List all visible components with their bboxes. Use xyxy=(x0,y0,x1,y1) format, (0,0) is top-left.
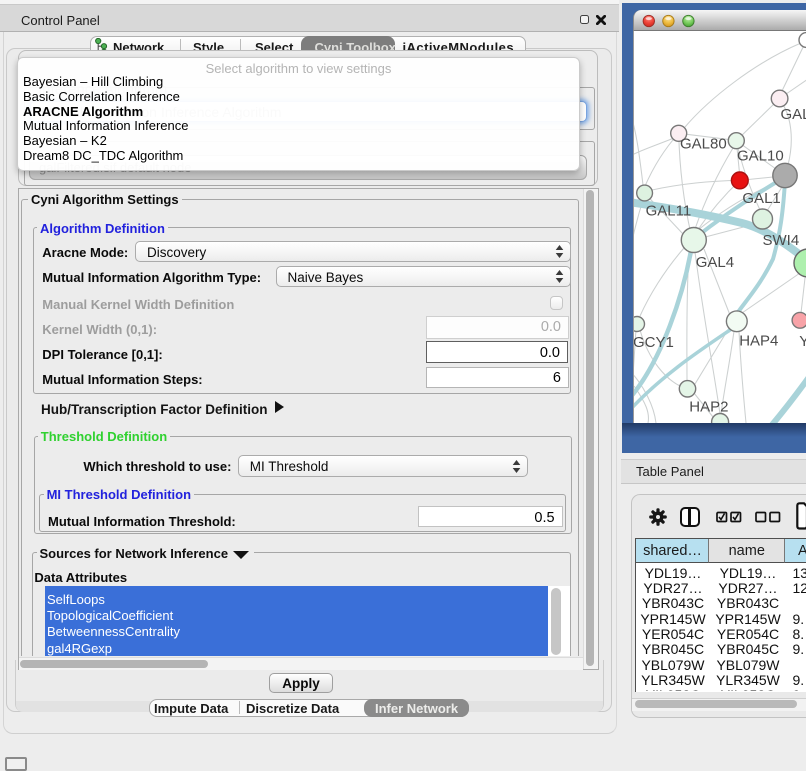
svg-text:GAL11: GAL11 xyxy=(646,203,692,220)
svg-text:GAL10: GAL10 xyxy=(737,148,784,165)
svg-text:Y: Y xyxy=(799,333,806,350)
svg-text:HAP2: HAP2 xyxy=(689,399,728,416)
svg-text:GAL80: GAL80 xyxy=(680,136,727,153)
svg-text:GAL1: GAL1 xyxy=(742,190,780,207)
svg-text:GAL7: GAL7 xyxy=(781,106,806,123)
svg-text:SWI4: SWI4 xyxy=(763,232,800,249)
svg-text:HAP4: HAP4 xyxy=(739,333,778,350)
svg-text:GCY1: GCY1 xyxy=(634,334,674,351)
svg-text:GAL4: GAL4 xyxy=(696,254,734,271)
